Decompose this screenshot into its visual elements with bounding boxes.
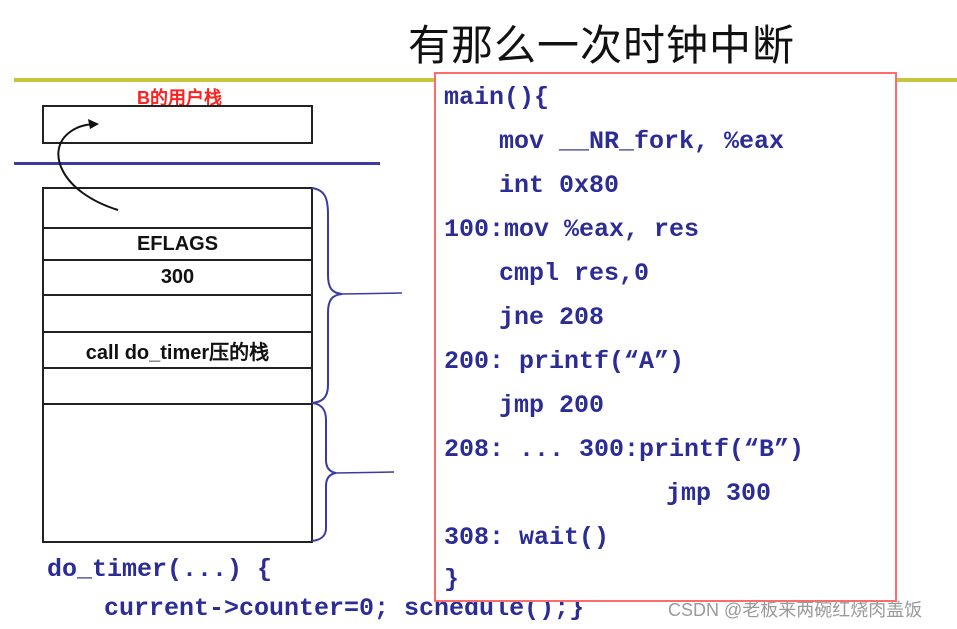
code-line: jmp 300 — [666, 479, 772, 508]
do-timer-signature: do_timer(...) { — [47, 555, 273, 584]
lower-brace-pointer — [335, 471, 395, 474]
code-line: 308: wait() — [444, 523, 610, 552]
arrow-head-icon — [88, 119, 99, 129]
code-line: 200: printf(“A”) — [444, 347, 685, 376]
code-line: main(){ — [444, 83, 550, 112]
code-line: int 0x80 — [499, 171, 620, 200]
lower-brace-icon — [311, 402, 337, 542]
curved-arrow-icon — [57, 123, 119, 211]
upper-brace-icon — [311, 187, 343, 404]
code-line: 100:mov %eax, res — [444, 215, 700, 244]
upper-brace-pointer — [341, 292, 403, 295]
code-line: jmp 200 — [499, 391, 605, 420]
watermark: CSDN @老板来两碗红烧肉盖饭 — [668, 600, 923, 620]
code-listing-box: main(){ mov __NR_fork, %eax int 0x80 100… — [434, 72, 897, 602]
code-line: mov __NR_fork, %eax — [499, 127, 785, 156]
code-line: jne 208 — [499, 303, 605, 332]
code-line: cmpl res,0 — [499, 259, 650, 288]
code-line: 208: ... 300:printf(“B”) — [444, 435, 805, 464]
code-line: } — [444, 565, 460, 594]
